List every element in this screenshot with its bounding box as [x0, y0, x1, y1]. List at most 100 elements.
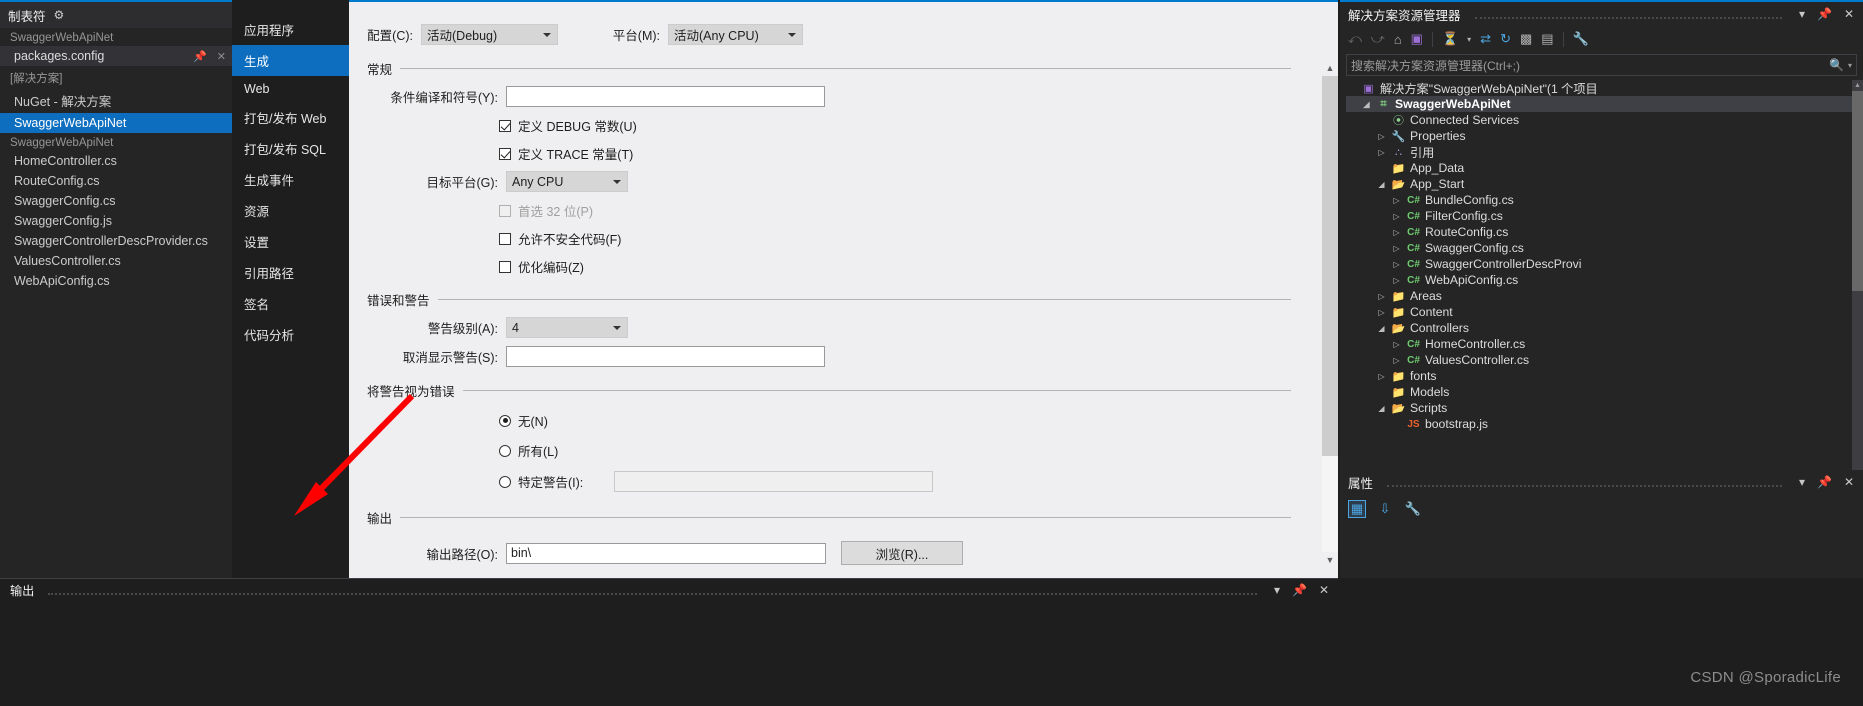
browse-button[interactable]: 浏览(R)...	[841, 541, 963, 565]
navigator-file-item[interactable]: RouteConfig.cs	[0, 171, 232, 191]
configuration-combobox[interactable]: 活动(Debug)	[421, 24, 558, 45]
tree-node[interactable]: ▷ 📁 Content	[1346, 304, 1857, 320]
navigator-file-item[interactable]: ValuesController.cs	[0, 251, 232, 271]
tree-node[interactable]: ▷ C# SwaggerConfig.cs	[1346, 240, 1857, 256]
scroll-up-arrow[interactable]: ▲	[1322, 60, 1338, 76]
twisty-collapsed-icon[interactable]: ▷	[1376, 148, 1387, 157]
properties-wrench-icon[interactable]: 🔧	[1573, 31, 1589, 47]
tree-node[interactable]: ▷ C# RouteConfig.cs	[1346, 224, 1857, 240]
tree-node[interactable]: ▷ 📁 Areas	[1346, 288, 1857, 304]
twisty-expanded-icon[interactable]: ◢	[1361, 100, 1372, 109]
tree-node[interactable]: ▷ ∴ 引用	[1346, 144, 1857, 160]
define-trace-checkbox[interactable]	[499, 147, 511, 160]
twisty-collapsed-icon[interactable]: ▷	[1376, 292, 1387, 301]
sidebar-item-package-publish-web[interactable]: 打包/发布 Web	[232, 102, 349, 133]
tree-vertical-scrollbar[interactable]: ▲ ▼	[1852, 80, 1863, 516]
sidebar-item-reference-paths[interactable]: 引用路径	[232, 257, 349, 288]
conditional-symbols-input[interactable]	[506, 86, 825, 107]
allow-unsafe-row[interactable]: 允许不安全代码(F)	[349, 229, 1338, 248]
warning-level-combobox[interactable]: 4	[506, 317, 628, 338]
solution-explorer-tree[interactable]: ▣ 解决方案"SwaggerWebApiNet"(1 个项目 ◢ ⌗ SwaggerWe…	[1346, 80, 1857, 516]
sidebar-item-signing[interactable]: 签名	[232, 288, 349, 319]
sidebar-item-settings[interactable]: 设置	[232, 226, 349, 257]
close-icon[interactable]: ✕	[1316, 583, 1332, 597]
tree-node[interactable]: ◢ 📂 Scripts	[1346, 400, 1857, 416]
sidebar-item-package-publish-sql[interactable]: 打包/发布 SQL	[232, 133, 349, 164]
sidebar-item-application[interactable]: 应用程序	[232, 14, 349, 45]
twisty-collapsed-icon[interactable]: ▷	[1391, 356, 1402, 365]
twisty-expanded-icon[interactable]: ◢	[1376, 180, 1387, 189]
scrollbar-thumb[interactable]	[1852, 91, 1863, 291]
define-debug-checkbox[interactable]	[499, 119, 511, 132]
tree-node[interactable]: ⦿ Connected Services	[1346, 112, 1857, 128]
tree-node[interactable]: ▷ C# SwaggerControllerDescProvi	[1346, 256, 1857, 272]
twisty-collapsed-icon[interactable]: ▷	[1391, 244, 1402, 253]
chevron-down-icon[interactable]: ▾	[1796, 7, 1808, 21]
twisty-collapsed-icon[interactable]: ▷	[1391, 212, 1402, 221]
tree-node[interactable]: ▣ 解决方案"SwaggerWebApiNet"(1 个项目	[1346, 80, 1857, 96]
twisty-collapsed-icon[interactable]: ▷	[1391, 228, 1402, 237]
pin-icon[interactable]: 📌	[1289, 583, 1310, 597]
tree-node[interactable]: 📁 Models	[1346, 384, 1857, 400]
scroll-up-arrow[interactable]: ▲	[1852, 80, 1863, 91]
optimize-code-checkbox[interactable]	[499, 260, 511, 273]
scroll-down-arrow[interactable]: ▼	[1322, 552, 1338, 568]
solution-icon[interactable]: ▣	[1411, 31, 1423, 47]
properties-wrench-icon[interactable]: 🔧	[1404, 500, 1422, 518]
navigator-file-item[interactable]: SwaggerConfig.cs	[0, 191, 232, 211]
warnings-all-radio[interactable]	[499, 444, 511, 457]
tree-node[interactable]: ◢ 📂 App_Start	[1346, 176, 1857, 192]
twisty-collapsed-icon[interactable]: ▷	[1391, 340, 1402, 349]
solution-explorer-search[interactable]: 搜索解决方案资源管理器(Ctrl+;) 🔍 ▾	[1346, 54, 1857, 76]
tree-node[interactable]: ▷ C# WebApiConfig.cs	[1346, 272, 1857, 288]
property-page-scrollbar[interactable]: ▲ ▼	[1322, 60, 1338, 568]
collapse-all-icon[interactable]: ▩	[1520, 31, 1532, 47]
twisty-collapsed-icon[interactable]: ▷	[1391, 276, 1402, 285]
tree-node[interactable]: ▷ 📁 fonts	[1346, 368, 1857, 384]
gear-icon[interactable]: ⚙	[54, 8, 65, 22]
twisty-expanded-icon[interactable]: ◢	[1376, 324, 1387, 333]
show-all-files-icon[interactable]: ▤	[1541, 31, 1553, 47]
target-platform-combobox[interactable]: Any CPU	[506, 171, 628, 192]
navigator-file-item[interactable]: WebApiConfig.cs	[0, 271, 232, 291]
pin-icon[interactable]: 📌	[1814, 7, 1835, 21]
sidebar-item-code-analysis[interactable]: 代码分析	[232, 319, 349, 350]
pin-icon[interactable]: 📌	[193, 50, 207, 63]
twisty-collapsed-icon[interactable]: ▷	[1376, 372, 1387, 381]
tree-node[interactable]: ▷ C# HomeController.cs	[1346, 336, 1857, 352]
platform-combobox[interactable]: 活动(Any CPU)	[668, 24, 803, 45]
search-input[interactable]: 搜索解决方案资源管理器(Ctrl+;)	[1351, 57, 1829, 74]
tree-node[interactable]: ▷ 🔧 Properties	[1346, 128, 1857, 144]
tree-node[interactable]: ▷ C# FilterConfig.cs	[1346, 208, 1857, 224]
alphabetical-icon[interactable]: ⇩	[1376, 500, 1394, 518]
chevron-down-icon[interactable]: ▾	[1271, 583, 1283, 597]
define-trace-row[interactable]: 定义 TRACE 常量(T)	[349, 144, 1338, 163]
tree-node[interactable]: ▷ C# BundleConfig.cs	[1346, 192, 1857, 208]
sidebar-item-web[interactable]: Web	[232, 76, 349, 102]
warnings-all-row[interactable]: 所有(L)	[349, 441, 1338, 460]
twisty-collapsed-icon[interactable]: ▷	[1391, 196, 1402, 205]
chevron-down-icon[interactable]: ▾	[1796, 475, 1808, 489]
warnings-specific-row[interactable]: 特定警告(I):	[349, 471, 1338, 492]
output-path-input[interactable]: bin\	[506, 542, 826, 564]
define-debug-row[interactable]: 定义 DEBUG 常数(U)	[349, 116, 1338, 135]
sidebar-item-build-events[interactable]: 生成事件	[232, 164, 349, 195]
suppress-warnings-input[interactable]	[506, 346, 825, 367]
close-icon[interactable]: ✕	[1841, 7, 1857, 21]
pending-changes-icon[interactable]: ⏳	[1442, 31, 1458, 47]
twisty-expanded-icon[interactable]: ◢	[1376, 404, 1387, 413]
warnings-none-row[interactable]: 无(N)	[349, 411, 1338, 430]
tree-node[interactable]: 📁 App_Data	[1346, 160, 1857, 176]
tree-node[interactable]: ▷ C# ValuesController.cs	[1346, 352, 1857, 368]
close-icon[interactable]: ✕	[1841, 475, 1857, 489]
warnings-none-radio[interactable]	[499, 414, 511, 427]
optimize-code-row[interactable]: 优化编码(Z)	[349, 257, 1338, 276]
tree-node[interactable]: ◢ ⌗ SwaggerWebApiNet	[1346, 96, 1857, 112]
categorized-icon[interactable]: ▦	[1348, 500, 1366, 518]
navigator-open-file-row[interactable]: packages.config 📌 ✕	[0, 46, 232, 66]
refresh-icon[interactable]: ↻	[1500, 31, 1511, 47]
forward-icon[interactable]: ⤻	[1371, 31, 1385, 47]
close-icon[interactable]: ✕	[217, 50, 226, 63]
pin-icon[interactable]: 📌	[1814, 475, 1835, 489]
search-icon[interactable]: 🔍	[1829, 58, 1844, 72]
